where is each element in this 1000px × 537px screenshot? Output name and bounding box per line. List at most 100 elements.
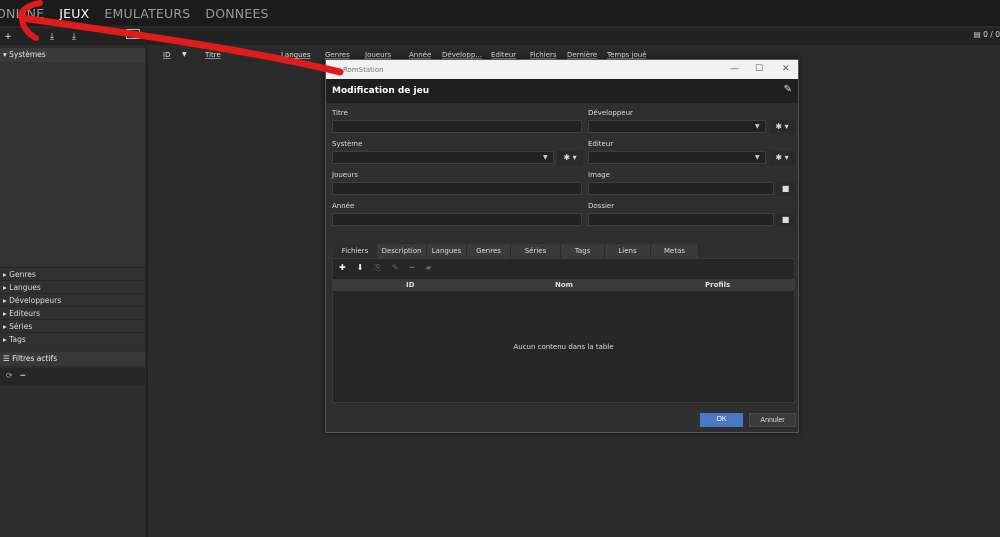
chevron-down-icon[interactable]: ▼ [543, 154, 548, 161]
nav-jeux[interactable]: JEUX [59, 6, 89, 21]
dialog-titlebar[interactable]: RomStation — ☐ ✕ [326, 60, 798, 79]
minus-icon[interactable]: ━ [20, 371, 25, 380]
label-dossier: Dossier [588, 202, 615, 210]
sidebar-item-genres[interactable]: ▸ Genres [0, 267, 145, 280]
files-col-id[interactable]: ID [406, 281, 414, 289]
gear-icon: ✱ ▾ [563, 153, 577, 162]
sidebar-item-label: Développeurs [9, 296, 62, 305]
tab-liens[interactable]: Liens [605, 244, 651, 258]
sidebar-item-label: Genres [9, 270, 36, 279]
grid-view-icon[interactable] [126, 29, 140, 39]
sidebar-item-developpeurs[interactable]: ▸ Développeurs [0, 293, 145, 306]
storage-count-text: 0 / 0 [983, 30, 1000, 39]
titre-input[interactable] [332, 120, 582, 133]
tab-description[interactable]: Description [377, 244, 427, 258]
add-icon[interactable]: + [3, 32, 13, 42]
sidebar-item-langues[interactable]: ▸ Langues [0, 280, 145, 293]
sidebar-item-series[interactable]: ▸ Séries [0, 319, 145, 332]
col-temps-joue[interactable]: Temps joué [607, 51, 647, 59]
cancel-button[interactable]: Annuler [749, 413, 796, 427]
dialog-tabs: Fichiers Description Langues Genres Séri… [334, 244, 699, 258]
col-id[interactable]: ID [163, 51, 170, 59]
col-genres[interactable]: Genres [325, 51, 350, 59]
label-titre: Titre [332, 109, 348, 117]
col-langues[interactable]: Langues [281, 51, 310, 59]
sidebar-systems-header[interactable]: ▾ Systèmes [0, 48, 145, 62]
edit-game-dialog: RomStation — ☐ ✕ Modification de jeu ✎ T… [325, 59, 799, 433]
nav-emulateurs[interactable]: EMULATEURS [104, 6, 190, 21]
chevron-down-icon[interactable]: ▼ [755, 154, 760, 161]
maximize-icon[interactable]: ☐ [755, 64, 763, 74]
pencil-icon[interactable]: ✎ [784, 84, 792, 95]
editeur-gear-button[interactable]: ✱ ▾ [769, 151, 795, 165]
add-icon[interactable]: ✚ [339, 263, 346, 272]
download-icon[interactable]: ⤓ [47, 32, 57, 42]
files-panel: ✚ ⬇ ⎘ ✎ ━ ▰ ID Nom Profils Aucun contenu… [332, 258, 795, 403]
col-titre[interactable]: Titre [205, 51, 221, 59]
tab-series[interactable]: Séries [511, 244, 561, 258]
files-table-header: ID Nom Profils [333, 279, 794, 291]
col-derniere[interactable]: Dernière [567, 51, 597, 59]
dossier-browse-button[interactable]: ■ [776, 213, 795, 227]
sidebar-filter-list: ▸ Genres ▸ Langues ▸ Développeurs ▸ Edit… [0, 267, 145, 345]
nav-online[interactable]: ONLINE [0, 6, 44, 21]
dossier-input[interactable] [588, 213, 774, 226]
sidebar-item-label: Tags [9, 335, 26, 344]
files-col-profils[interactable]: Profils [705, 281, 730, 289]
pencil-icon[interactable]: ✎ [392, 263, 399, 272]
minus-icon[interactable]: ━ [410, 263, 415, 272]
tab-genres[interactable]: Genres [467, 244, 511, 258]
active-filters-header: ☰ Filtres actifs [0, 352, 145, 366]
files-toolbar: ✚ ⬇ ⎘ ✎ ━ ▰ [333, 259, 794, 276]
systeme-select[interactable] [332, 151, 554, 164]
col-developpeur[interactable]: Développ... [442, 51, 482, 59]
image-browse-button[interactable]: ■ [776, 182, 795, 196]
col-annee[interactable]: Année [409, 51, 431, 59]
sidebar-item-label: Langues [9, 283, 41, 292]
developpeur-select[interactable] [588, 120, 766, 133]
col-joueurs[interactable]: Joueurs [365, 51, 391, 59]
sidebar-item-label: Séries [9, 322, 33, 331]
download-icon[interactable]: ⬇ [357, 263, 364, 272]
sort-down-icon[interactable]: ▼ [182, 51, 187, 58]
folder-open-icon[interactable]: ▰ [425, 263, 431, 272]
dialog-header: Modification de jeu ✎ [326, 79, 798, 103]
filter-tools: ⟳ ━ [0, 368, 145, 386]
tab-langues[interactable]: Langues [427, 244, 467, 258]
chevron-down-icon[interactable]: ▼ [755, 123, 760, 130]
folder-icon: ■ [781, 184, 790, 193]
copy-icon[interactable]: ⎘ [374, 263, 380, 273]
tab-tags[interactable]: Tags [561, 244, 605, 258]
sidebar-divider[interactable] [146, 48, 148, 537]
label-developpeur: Développeur [588, 109, 633, 117]
editeur-select[interactable] [588, 151, 766, 164]
gear-icon: ✱ ▾ [775, 122, 789, 131]
label-annee: Année [332, 202, 355, 210]
systems-list[interactable] [0, 62, 145, 266]
sidebar-item-editeurs[interactable]: ▸ Editeurs [0, 306, 145, 319]
minimize-icon[interactable]: — [730, 64, 739, 74]
nav-donnees[interactable]: DONNEES [205, 6, 268, 21]
main-toolbar: + ✎ ⤓ ⤓ ▤ 0 / 0 [0, 28, 1000, 45]
col-editeur[interactable]: Editeur [491, 51, 516, 59]
folder-icon: ■ [781, 215, 790, 224]
refresh-icon[interactable]: ⟳ [6, 371, 13, 380]
joueurs-input[interactable] [332, 182, 582, 195]
tab-fichiers[interactable]: Fichiers [334, 244, 377, 258]
sidebar-item-tags[interactable]: ▸ Tags [0, 332, 145, 345]
import-icon[interactable]: ⤓ [69, 32, 79, 42]
empty-table-message: Aucun contenu dans la table [513, 343, 614, 351]
ok-button[interactable]: OK [700, 413, 743, 427]
close-icon[interactable]: ✕ [782, 64, 790, 74]
edit-icon[interactable]: ✎ [25, 32, 35, 42]
annee-input[interactable] [332, 213, 582, 226]
systeme-gear-button[interactable]: ✱ ▾ [557, 151, 583, 165]
dialog-window-title: RomStation [343, 65, 384, 74]
col-fichiers[interactable]: Fichiers [530, 51, 557, 59]
image-input[interactable] [588, 182, 774, 195]
sidebar: ▾ Systèmes ▸ Genres ▸ Langues ▸ Développ… [0, 48, 145, 537]
developpeur-gear-button[interactable]: ✱ ▾ [769, 120, 795, 134]
files-col-nom[interactable]: Nom [555, 281, 573, 289]
tab-metas[interactable]: Metas [651, 244, 699, 258]
label-systeme: Système [332, 140, 363, 148]
